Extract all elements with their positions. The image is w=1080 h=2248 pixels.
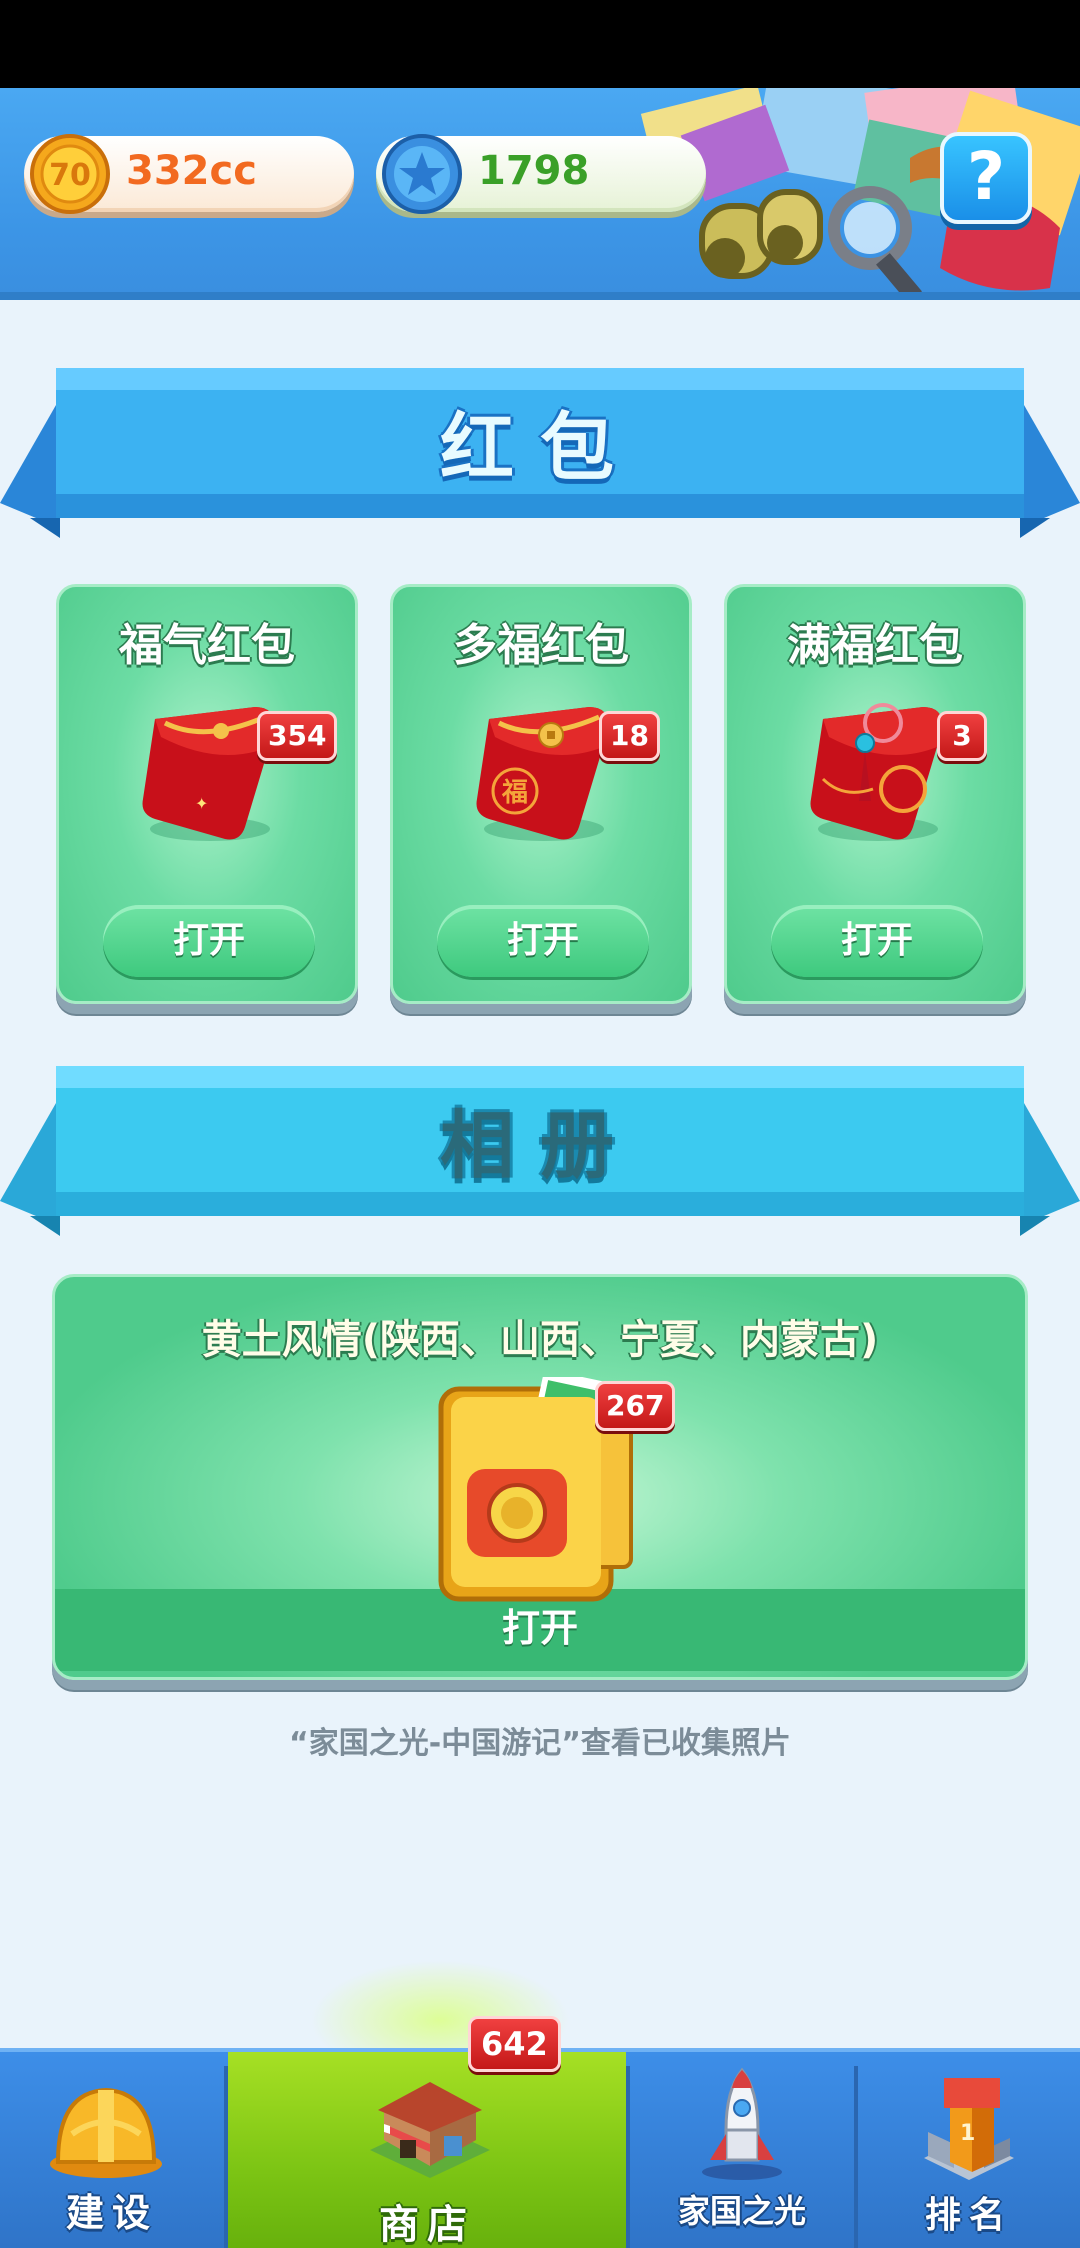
svg-text:1: 1 [960,2121,975,2146]
podium-icon: 1 [924,2078,1014,2180]
shop-count-badge: 642 [468,2016,561,2072]
bottom-nav: 建设 商店 642 家国之光 1 排名 [0,2016,1080,2248]
svg-text:福: 福 [501,778,528,808]
count-badge: 18 [599,711,660,761]
red-packet-ribbon: 红包 [0,368,1080,538]
open-button[interactable]: 打开 [437,905,649,977]
red-packet-section-title: 红包 [440,405,640,491]
nav-ranking[interactable]: 1 排名 [858,2052,1080,2248]
shop-icon [370,2082,490,2178]
help-icon: ? [966,138,1006,215]
nav-build-label: 建设 [65,2191,158,2235]
red-packet-card-fuqi[interactable]: 福气红包 ✦ 354 打开 [56,584,358,1004]
red-packet-name: 福气红包 [119,620,295,671]
count-badge: 354 [257,711,338,761]
star-balance: 1798 [376,134,706,214]
red-envelope-icon: 福 [476,707,609,841]
album-hint-text: “家国之光-中国游记”查看已收集照片 [289,1726,791,1761]
resource-header: 70 332cc 1798 ? [0,88,1080,300]
nav-homeland-light[interactable]: 家国之光 [630,2052,854,2248]
album-name: 黄土风情(陕西、山西、宁夏、内蒙古) [201,1317,879,1363]
nav-shop-label: 商店 [379,2202,475,2248]
rocket-icon [702,2067,782,2180]
album-card[interactable]: 黄土风情(陕西、山西、宁夏、内蒙古) 267 打开 [52,1274,1028,1680]
red-packet-name: 多福红包 [453,620,629,671]
album-ribbon: 相册 [0,1066,1080,1236]
status-bar [0,0,1080,88]
album-open-button[interactable]: 打开 [55,1593,1025,1663]
open-button[interactable]: 打开 [771,905,983,977]
nav-ranking-label: 排名 [924,2195,1013,2236]
red-envelope-icon: ✦ [142,707,275,841]
red-packet-name: 满福红包 [787,620,963,671]
red-packet-card-manfu[interactable]: 满福红包 3 打开 [724,584,1026,1004]
open-button[interactable]: 打开 [103,905,315,977]
nav-build[interactable]: 建设 [0,2052,224,2248]
red-packet-card-duofu[interactable]: 多福红包 福 18 打开 [390,584,692,1004]
star-icon [382,134,462,214]
count-badge: 3 [937,711,987,761]
star-amount: 1798 [478,148,590,194]
coin-balance: 70 332cc [24,134,354,214]
help-button[interactable]: ? [940,132,1032,224]
red-envelope-icon [810,703,943,841]
nav-homeland-light-label: 家国之光 [677,2192,806,2230]
coin-amount: 332cc [126,148,257,194]
coin-icon-label: 70 [49,158,91,193]
album-section-title: 相册 [440,1103,640,1189]
coin-icon: 70 [30,134,110,214]
hard-hat-icon [50,2087,162,2178]
svg-text:✦: ✦ [195,794,208,813]
nav-shop[interactable]: 商店 [228,2052,626,2248]
count-badge: 267 [595,1381,676,1431]
